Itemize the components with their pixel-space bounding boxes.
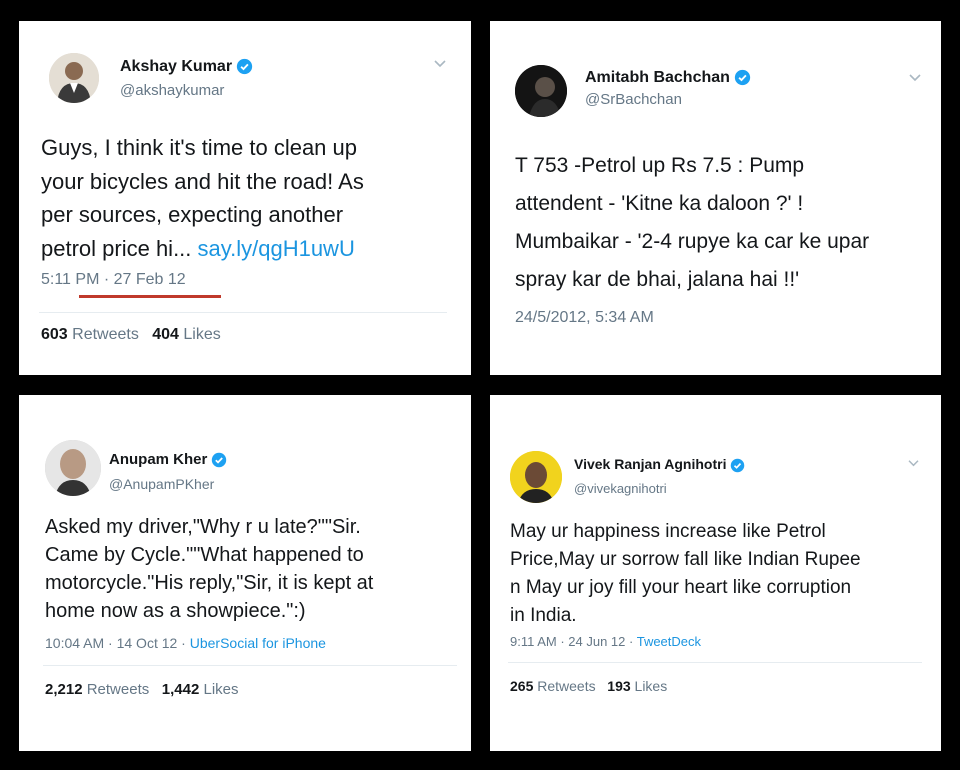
divider xyxy=(39,312,447,313)
avatar[interactable] xyxy=(515,65,567,117)
tweet-stats: 2,212 Retweets 1,442 Likes xyxy=(45,681,239,698)
tweet-timestamp[interactable]: 10:04 AM · 14 Oct 12 · UberSocial for iP… xyxy=(45,635,326,651)
tweet-stats: 265 Retweets 193 Likes xyxy=(510,678,667,694)
tweet-text: Asked my driver,"Why r u late?""Sir. Cam… xyxy=(45,516,374,622)
verified-icon xyxy=(734,70,751,86)
user-name[interactable]: Vivek Ranjan Agnihotri xyxy=(574,456,745,473)
verified-icon xyxy=(212,452,227,468)
user-handle[interactable]: @akshaykumar xyxy=(120,82,224,99)
retweets-link[interactable]: 265 Retweets xyxy=(510,678,596,694)
tweet-source-link[interactable]: TweetDeck xyxy=(637,634,701,649)
verified-icon xyxy=(236,59,253,75)
tweet-timestamp[interactable]: 9:11 AM · 24 Jun 12 · TweetDeck xyxy=(510,634,701,649)
chevron-down-icon[interactable] xyxy=(907,459,920,468)
tweet-stats: 603 Retweets 404 Likes xyxy=(41,326,221,344)
chevron-down-icon[interactable] xyxy=(908,73,922,83)
tweet-text: May ur happiness increase like Petrol Pr… xyxy=(510,521,861,626)
likes-link[interactable]: 193 Likes xyxy=(607,678,667,694)
tweet-link[interactable]: say.ly/qgH1uwU xyxy=(198,236,355,261)
retweets-link[interactable]: 2,212 Retweets xyxy=(45,681,149,698)
user-name[interactable]: Anupam Kher xyxy=(109,451,227,468)
tweet-card-anupam: Anupam Kher @AnupamPKher Asked my driver… xyxy=(19,395,471,751)
divider xyxy=(508,662,922,663)
tweet-card-vivek: Vivek Ranjan Agnihotri @vivekagnihotri M… xyxy=(490,395,941,751)
user-handle[interactable]: @vivekagnihotri xyxy=(574,481,667,496)
likes-link[interactable]: 1,442 Likes xyxy=(162,681,239,698)
user-handle[interactable]: @SrBachchan xyxy=(585,91,682,108)
user-name[interactable]: Amitabh Bachchan xyxy=(585,69,751,87)
user-name[interactable]: Akshay Kumar xyxy=(120,58,253,76)
tweet-card-akshay: Akshay Kumar @akshaykumar Guys, I think … xyxy=(19,21,471,375)
tweet-text: T 753 -Petrol up Rs 7.5 : Pump attendent… xyxy=(515,154,870,291)
tweet-text: Guys, I think it's time to clean up your… xyxy=(41,135,364,261)
red-underline xyxy=(79,295,221,298)
tweet-timestamp[interactable]: 5:11 PM · 27 Feb 12 xyxy=(41,271,186,289)
tweet-source-link[interactable]: UberSocial for iPhone xyxy=(190,635,326,651)
chevron-down-icon[interactable] xyxy=(433,59,447,69)
verified-icon xyxy=(731,458,745,473)
tweet-card-amitabh: Amitabh Bachchan @SrBachchan T 753 -Petr… xyxy=(490,21,941,375)
likes-link[interactable]: 404 Likes xyxy=(152,326,221,343)
avatar[interactable] xyxy=(510,451,562,503)
user-handle[interactable]: @AnupamPKher xyxy=(109,476,214,492)
divider xyxy=(43,665,457,666)
avatar[interactable] xyxy=(49,53,99,103)
tweet-timestamp[interactable]: 24/5/2012, 5:34 AM xyxy=(515,309,654,327)
retweets-link[interactable]: 603 Retweets xyxy=(41,326,139,343)
avatar[interactable] xyxy=(45,440,101,496)
